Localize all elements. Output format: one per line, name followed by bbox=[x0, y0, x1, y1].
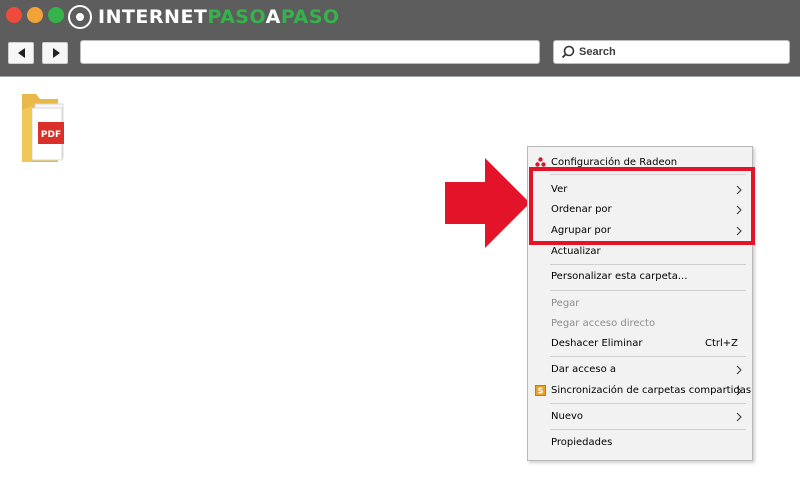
menu-item-deshacer-eliminar[interactable]: Deshacer Eliminar Ctrl+Z bbox=[528, 334, 752, 354]
chevron-right-icon bbox=[736, 412, 742, 422]
menu-item-personalizar[interactable]: Personalizar esta carpeta... bbox=[528, 267, 752, 287]
close-window-button[interactable] bbox=[6, 7, 22, 23]
brand-logo-icon bbox=[68, 5, 92, 29]
minimize-window-button[interactable] bbox=[27, 7, 43, 23]
menu-separator bbox=[550, 429, 746, 430]
red-pointer-arrow bbox=[445, 158, 530, 248]
menu-separator bbox=[550, 264, 746, 265]
menu-separator bbox=[550, 403, 746, 404]
maximize-window-button[interactable] bbox=[48, 7, 64, 23]
menu-item-propiedades[interactable]: Propiedades bbox=[528, 433, 752, 453]
brand-logo-text: INTERNETPASOAPASO bbox=[98, 6, 340, 28]
title-bar: INTERNETPASOAPASO bbox=[0, 0, 800, 32]
forward-arrow-icon bbox=[53, 48, 60, 58]
folder-icon: PDF bbox=[22, 94, 64, 162]
menu-separator bbox=[550, 290, 746, 291]
chevron-right-icon bbox=[736, 365, 742, 375]
toolbar: Search bbox=[0, 32, 800, 77]
menu-separator bbox=[550, 356, 746, 357]
address-bar[interactable] bbox=[80, 40, 540, 64]
red-highlight-box bbox=[529, 167, 755, 245]
search-icon bbox=[561, 45, 575, 59]
menu-item-actualizar[interactable]: Actualizar bbox=[528, 242, 752, 262]
forward-button[interactable] bbox=[42, 42, 68, 64]
back-button[interactable] bbox=[8, 42, 34, 64]
search-input[interactable]: Search bbox=[553, 40, 790, 64]
search-placeholder: Search bbox=[579, 46, 616, 58]
menu-item-dar-acceso[interactable]: Dar acceso a bbox=[528, 360, 752, 380]
sync-folder-icon: S bbox=[535, 385, 546, 396]
pdf-badge: PDF bbox=[41, 130, 61, 140]
pdf-folder-icon[interactable]: PDF bbox=[18, 86, 70, 168]
menu-item-sincronizacion[interactable]: S Sincronización de carpetas compartidas bbox=[528, 381, 752, 401]
back-arrow-icon bbox=[18, 48, 25, 58]
chevron-right-icon bbox=[736, 386, 742, 396]
brand-logo: INTERNETPASOAPASO bbox=[68, 4, 340, 30]
menu-item-nuevo[interactable]: Nuevo bbox=[528, 407, 752, 427]
menu-item-pegar: Pegar bbox=[551, 298, 580, 309]
svg-text:S: S bbox=[538, 387, 544, 396]
shortcut-label: Ctrl+Z bbox=[704, 338, 738, 349]
menu-item-pegar-acceso-directo: Pegar acceso directo bbox=[551, 318, 656, 329]
